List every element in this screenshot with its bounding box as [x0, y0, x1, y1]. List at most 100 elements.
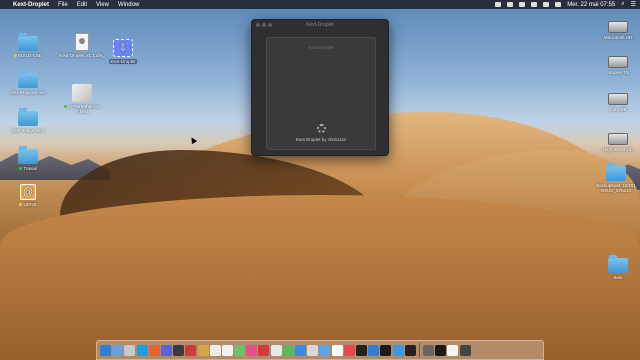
dock-app-icon[interactable]: [307, 344, 319, 356]
wallpaper-dune-front: [0, 195, 640, 360]
mouse-cursor-icon: [188, 135, 198, 145]
status-icon[interactable]: [507, 2, 514, 7]
desktop-item-bela[interactable]: Bela: [595, 255, 640, 280]
desktop-item-kext-file[interactable]: AirPortAtheros4 0.kext: [59, 84, 105, 114]
status-area: Mer. 22 mai 07:55 ⌕ ☰: [495, 1, 636, 8]
folder-icon: [606, 163, 626, 181]
desktop-item-label: Kext-Droplet V1.1.dmg: [59, 53, 105, 58]
dock-app-icon[interactable]: [343, 344, 355, 356]
folder-icon: [18, 108, 38, 126]
dock-app-icon[interactable]: [447, 344, 459, 356]
dock-app-icon[interactable]: [423, 344, 435, 356]
link-app-icon: @: [20, 184, 36, 200]
wifi-icon[interactable]: [531, 2, 538, 7]
search-icon[interactable]: ⌕: [621, 1, 624, 8]
desktop-item-cle-usb[interactable]: Clé USB: [595, 93, 640, 112]
folder-icon: [18, 70, 38, 88]
trash-icon[interactable]: [459, 344, 471, 356]
drop-zone-label: Kext-Droplet: [308, 45, 334, 50]
desktop-item-liens[interactable]: @ LIENS: [5, 184, 51, 207]
dock-app-icon[interactable]: [112, 344, 124, 356]
desktop-item-label: EDP Image 10.X: [11, 128, 45, 133]
desktop-item-mes-programmes[interactable]: Mes Programmes: [5, 70, 51, 95]
dock-app-icon[interactable]: [380, 344, 392, 356]
desktop-item-macintosh-hd[interactable]: Macintosh HD: [595, 21, 640, 40]
desktop-item-mojave-tb[interactable]: Mojave TB: [595, 56, 640, 75]
desktop-item-label: LIENS: [23, 202, 37, 207]
dock-app-icon[interactable]: [124, 344, 136, 356]
dock-separator: [418, 343, 420, 357]
desktop-item-build-cse[interactable]: BUILD-CSE: [5, 33, 51, 58]
folder-icon: [18, 146, 38, 164]
desktop-item-travail[interactable]: Travail: [5, 146, 51, 171]
dock-app-icon[interactable]: [234, 344, 246, 356]
dock-app-icon[interactable]: [368, 344, 380, 356]
dock-app-icon[interactable]: [197, 344, 209, 356]
desktop-item-edp-image[interactable]: EDP Image 10.X: [5, 108, 51, 133]
desktop-item-label: Mojave TB: [607, 70, 629, 75]
folder-icon: [608, 255, 628, 273]
app-menu[interactable]: Kext-Droplet: [13, 2, 49, 8]
window-titlebar[interactable]: Kext-Droplet: [252, 20, 388, 30]
battery-icon[interactable]: [555, 2, 562, 7]
dock-app-icon[interactable]: [331, 344, 343, 356]
desktop-item-label: High Sierra HD: [602, 147, 634, 152]
folder-icon: [18, 33, 38, 51]
desktop-item-label: BackupKext_LE201 90622_075610: [596, 183, 636, 193]
dock-app-icon[interactable]: [185, 344, 197, 356]
desktop-item-label: Travail: [23, 166, 37, 171]
dock-app-icon[interactable]: [355, 344, 367, 356]
desktop-item-label: Macintosh HD: [603, 35, 633, 40]
desktop-item-label: Bela: [613, 275, 623, 280]
dock-app-icon[interactable]: [209, 344, 221, 356]
tag-dot: [13, 54, 17, 58]
dock-app-icon[interactable]: [270, 344, 282, 356]
menu-file[interactable]: File: [58, 2, 68, 8]
hard-disk-icon: [608, 93, 628, 105]
dock-app-icon[interactable]: [160, 344, 172, 356]
dock-app-icon[interactable]: [221, 344, 233, 356]
desktop-item-label: Clé USB: [609, 107, 627, 112]
dock-app-icon[interactable]: [148, 344, 160, 356]
desktop-item-backup-kext[interactable]: BackupKext_LE201 90622_075610: [593, 163, 639, 193]
clock[interactable]: Mer. 22 mai 07:55: [567, 2, 615, 8]
dock-app-icon[interactable]: [258, 344, 270, 356]
dock-app-icon[interactable]: [136, 344, 148, 356]
dock-app-icon[interactable]: [392, 344, 404, 356]
desktop-item-kext-droplet-app[interactable]: ⇩ Kext-Droplet: [100, 39, 146, 64]
tag-dot: [64, 105, 68, 109]
desktop-item-label: BUILD-CSE: [17, 53, 42, 58]
desktop-item-label: Mes Programmes: [10, 90, 46, 95]
menu-edit[interactable]: Edit: [77, 2, 87, 8]
author-byline: Kext Droplet by chris1111: [295, 137, 347, 142]
hard-disk-icon: [608, 21, 628, 33]
progress-spinner-icon: [317, 124, 326, 133]
desktop-item-label: AirPortAtheros4 0.kext: [68, 104, 100, 114]
dock-app-icon[interactable]: [435, 344, 447, 356]
dock-app-icon[interactable]: [295, 344, 306, 356]
tag-dot: [19, 167, 23, 171]
dock: [96, 340, 544, 360]
dock-app-icon[interactable]: [404, 344, 416, 356]
bluetooth-icon[interactable]: [519, 2, 526, 7]
notification-center-icon[interactable]: ☰: [631, 1, 636, 8]
dock-app-icon[interactable]: [282, 344, 294, 356]
desktop-item-kext-droplet-dmg[interactable]: Kext-Droplet V1.1.dmg: [59, 33, 105, 58]
dock-app-icon[interactable]: [246, 344, 258, 356]
menu-view[interactable]: View: [96, 2, 109, 8]
dock-app-icon[interactable]: [173, 344, 185, 356]
dock-app-icon[interactable]: [319, 344, 331, 356]
droplet-app-icon: ⇩: [113, 39, 133, 57]
status-icon[interactable]: [495, 2, 502, 7]
hard-disk-icon: [608, 56, 628, 68]
volume-icon[interactable]: [543, 2, 550, 7]
kext-drop-zone[interactable]: Kext-Droplet Kext Droplet by chris1111: [266, 37, 376, 150]
menu-window[interactable]: Window: [118, 2, 139, 8]
kext-droplet-window[interactable]: Kext-Droplet Kext-Droplet Kext Droplet b…: [251, 19, 389, 156]
menu-bar: Kext-Droplet File Edit View Window Mer. …: [0, 0, 640, 9]
desktop-item-high-sierra-hd[interactable]: High Sierra HD: [595, 133, 640, 152]
window-title: Kext-Droplet: [306, 22, 334, 28]
desktop-item-label: Kext-Droplet: [109, 59, 137, 64]
hard-disk-icon: [608, 133, 628, 145]
dock-app-icon[interactable]: [100, 344, 111, 356]
